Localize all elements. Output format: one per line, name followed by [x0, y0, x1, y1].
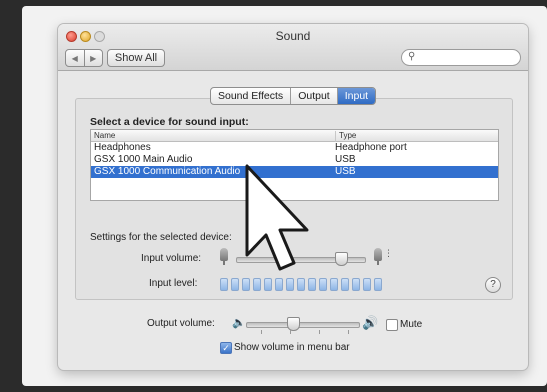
level-segment — [297, 278, 305, 291]
chevron-left-icon: ◀ — [71, 53, 78, 63]
mute-checkbox[interactable] — [386, 319, 398, 331]
level-segment — [363, 278, 371, 291]
show-volume-checkbox[interactable]: ✓ — [220, 342, 232, 354]
nav-button-group: ◀ ▶ — [65, 49, 103, 67]
device-name: GSX 1000 Communication Audio — [94, 166, 241, 177]
input-level-label: Input level: — [149, 278, 198, 289]
slider-tick — [348, 330, 349, 334]
level-segment — [242, 278, 250, 291]
output-volume-slider[interactable] — [246, 322, 360, 328]
level-segment — [308, 278, 316, 291]
device-type: Headphone port — [335, 142, 407, 153]
back-button[interactable]: ◀ — [66, 50, 84, 66]
device-type: USB — [335, 166, 356, 177]
titlebar: Sound ◀ ▶ Show All ⚲ — [58, 24, 528, 71]
level-segment — [330, 278, 338, 291]
column-header-name[interactable]: Name — [94, 131, 115, 140]
slider-tick — [261, 330, 262, 334]
search-field[interactable]: ⚲ — [401, 49, 521, 66]
level-segment — [352, 278, 360, 291]
device-name: GSX 1000 Main Audio — [94, 154, 193, 165]
tab-bar: Sound Effects Output Input — [210, 87, 377, 105]
slider-tick — [319, 330, 320, 334]
chevron-right-icon: ▶ — [90, 53, 97, 63]
level-segment — [231, 278, 239, 291]
speaker-low-icon: 🔈 — [232, 317, 246, 329]
tab-output[interactable]: Output — [290, 88, 337, 104]
show-volume-label: Show volume in menu bar — [234, 342, 350, 353]
sound-waves-icon: ⋮ — [384, 248, 393, 258]
input-volume-label: Input volume: — [141, 253, 202, 264]
microphone-low-icon — [220, 248, 228, 265]
input-volume-knob[interactable] — [334, 252, 348, 266]
speaker-high-icon: 🔊 — [362, 315, 379, 330]
level-segment — [286, 278, 294, 291]
settings-label: Settings for the selected device: — [90, 232, 232, 243]
mouse-pointer-icon — [245, 164, 309, 271]
level-segment — [374, 278, 382, 291]
slider-tick — [290, 330, 291, 334]
search-icon: ⚲ — [408, 51, 416, 62]
window-title: Sound — [275, 29, 311, 43]
microphone-high-icon — [374, 248, 382, 265]
select-device-label: Select a device for sound input: — [90, 116, 249, 128]
device-name: Headphones — [94, 142, 151, 153]
level-segment — [275, 278, 283, 291]
table-row[interactable]: Headphones Headphone port — [91, 142, 498, 154]
output-volume-knob[interactable] — [287, 317, 301, 331]
tab-sound-effects[interactable]: Sound Effects — [211, 88, 290, 104]
forward-button[interactable]: ▶ — [83, 50, 103, 66]
level-segment — [220, 278, 228, 291]
column-header-type[interactable]: Type — [335, 131, 356, 142]
level-segment — [264, 278, 272, 291]
level-segment — [253, 278, 261, 291]
tab-input[interactable]: Input — [336, 88, 376, 104]
level-segment — [341, 278, 349, 291]
table-header: Name Type — [91, 130, 498, 142]
show-all-button[interactable]: Show All — [107, 49, 165, 67]
device-type: USB — [335, 154, 356, 165]
mute-label: Mute — [400, 319, 423, 330]
level-segment — [319, 278, 327, 291]
help-button[interactable]: ? — [485, 277, 501, 293]
output-volume-label: Output volume: — [147, 318, 215, 329]
